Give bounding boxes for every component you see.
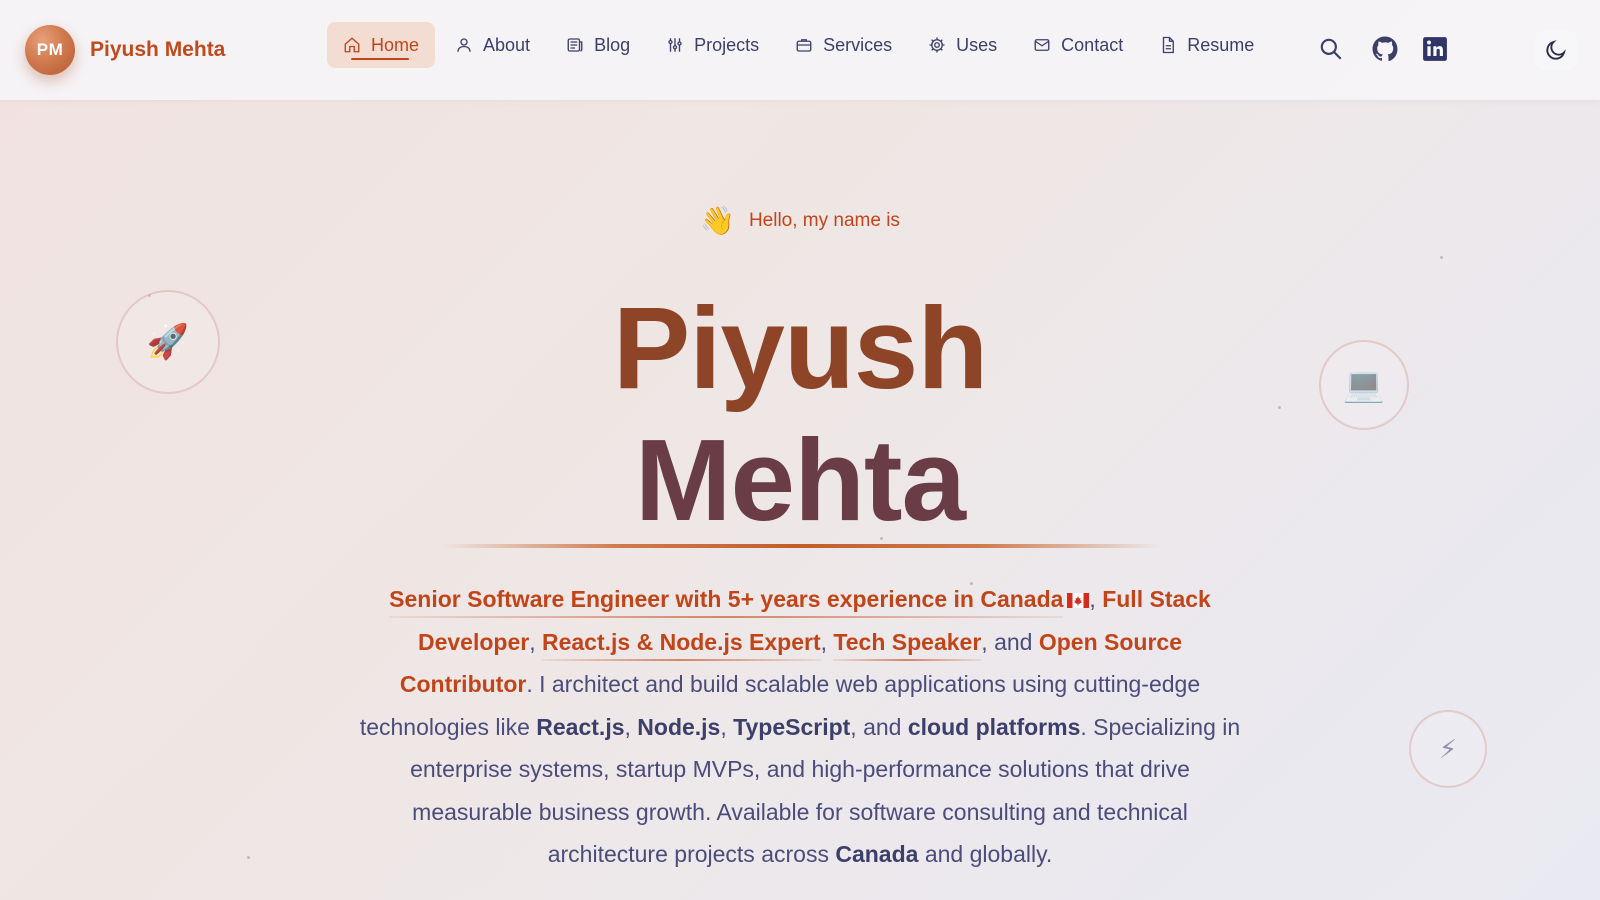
brand-name[interactable]: Piyush Mehta — [90, 38, 225, 62]
search-icon — [1320, 38, 1342, 60]
nav-label-projects: Projects — [694, 34, 760, 55]
main-nav: Home About Blog Projects Services Uses C… — [327, 22, 1274, 68]
nav-item-uses[interactable]: Uses — [912, 22, 1013, 68]
mail-icon — [1033, 36, 1051, 54]
intro-tech-cloud: cloud platforms — [907, 713, 1081, 740]
nav-label-blog: Blog — [594, 34, 631, 55]
nav-item-home[interactable]: Home — [327, 22, 436, 68]
github-link[interactable] — [1370, 34, 1400, 64]
intro-highlight-speaker: Tech Speaker — [833, 628, 982, 655]
hero-last-name: Mehta — [634, 415, 966, 545]
search-button[interactable] — [1316, 34, 1346, 64]
decorative-dot — [1440, 256, 1443, 259]
hero-first-name: Piyush — [612, 283, 988, 413]
moon-icon — [1546, 40, 1566, 60]
nav-label-resume: Resume — [1187, 34, 1255, 55]
intro-separator: , — [720, 713, 727, 740]
nav-item-resume[interactable]: Resume — [1143, 22, 1270, 68]
name-underline — [440, 544, 1160, 548]
gear-icon — [928, 36, 946, 54]
intro-place-canada: Canada — [835, 841, 919, 867]
nav-label-uses: Uses — [956, 34, 998, 55]
linkedin-icon — [1423, 37, 1447, 61]
intro-separator: , and — [981, 628, 1033, 655]
site-header: PM Piyush Mehta Home About Blog Projects — [0, 0, 1600, 100]
briefcase-icon — [795, 36, 813, 54]
greeting-text: Hello, my name is — [748, 209, 900, 231]
intro-separator: , — [624, 713, 631, 740]
home-icon — [343, 36, 361, 54]
nav-label-about: About — [483, 34, 531, 55]
intro-tech-node: Node.js — [637, 713, 721, 740]
lightning-icon: ⚡ — [1438, 733, 1458, 764]
nav-item-projects[interactable]: Projects — [650, 22, 775, 68]
nav-item-about[interactable]: About — [439, 22, 546, 68]
github-icon — [1372, 36, 1398, 62]
greeting: 👋 Hello, my name is — [0, 204, 1600, 237]
user-icon — [455, 36, 473, 54]
intro-tech-typescript: TypeScript — [733, 713, 851, 740]
lightning-badge: ⚡ — [1409, 710, 1487, 788]
intro-text: and globally. — [924, 841, 1053, 867]
decorative-dot — [247, 856, 250, 859]
hero-name: Piyush Mehta — [0, 282, 1600, 546]
logo-avatar[interactable]: PM — [25, 25, 75, 75]
waving-hand-icon: 👋 — [700, 205, 735, 236]
nav-label-home: Home — [371, 34, 420, 55]
nav-label-contact: Contact — [1061, 34, 1124, 55]
intro-highlight-expert: React.js & Node.js Expert — [541, 628, 821, 655]
intro-separator: , — [1089, 586, 1096, 612]
canada-flag-icon — [1067, 593, 1090, 608]
sliders-icon — [666, 36, 684, 54]
intro-separator: , — [820, 628, 828, 655]
document-icon — [1159, 36, 1177, 54]
newspaper-icon — [566, 36, 584, 54]
intro-paragraph: Senior Software Engineer with 5+ years e… — [355, 578, 1245, 876]
nav-item-contact[interactable]: Contact — [1017, 22, 1139, 68]
intro-highlight-role: Senior Software Engineer with 5+ years e… — [389, 586, 1064, 612]
intro-separator: , — [529, 628, 536, 655]
linkedin-link[interactable] — [1420, 34, 1450, 64]
nav-item-services[interactable]: Services — [779, 22, 908, 68]
nav-item-blog[interactable]: Blog — [550, 22, 646, 68]
intro-tech-react: React.js — [536, 713, 625, 740]
theme-toggle-button[interactable] — [1535, 30, 1577, 70]
nav-label-services: Services — [823, 34, 893, 55]
intro-separator: , and — [850, 713, 902, 740]
